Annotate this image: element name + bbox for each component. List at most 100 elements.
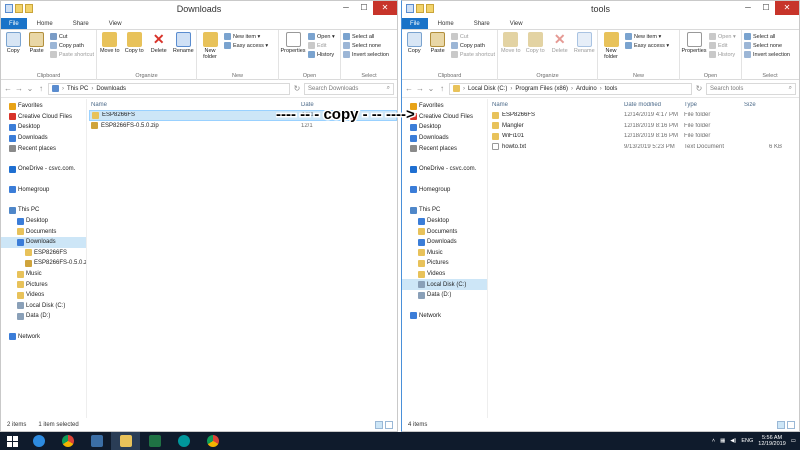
select-none-button[interactable]: Select none [343,42,389,49]
taskbar-internet-explorer[interactable] [24,432,53,450]
search-input[interactable]: Search tools ⌕ [706,82,796,95]
notifications-icon[interactable]: ▭ [791,438,796,444]
nav-item-desktop[interactable]: Desktop [1,122,86,133]
nav-item-videos[interactable]: Videos [402,269,487,280]
nav-item-creative-cloud-files[interactable]: Creative Cloud Files [1,112,86,123]
forward-arrow-icon[interactable]: → [15,84,23,93]
search-input[interactable]: Search Downloads ⌕ [304,82,394,95]
maximize-button[interactable]: ☐ [757,1,775,15]
breadcrumb-item[interactable]: Downloads [96,86,126,92]
taskbar-chrome[interactable] [53,432,82,450]
file-row[interactable]: WiFi101 12/18/2019 8:16 PM File folder [490,131,799,142]
tab-home[interactable]: Home [428,18,464,29]
start-button[interactable] [0,432,24,450]
column-name[interactable]: Name [89,102,299,108]
nav-item-pictures[interactable]: Pictures [1,279,86,290]
nav-item-data-d[interactable]: Data (D:) [402,290,487,301]
select-all-button[interactable]: Select all [343,33,389,40]
column-date-modified[interactable]: Date modified [622,102,682,108]
close-button[interactable]: ✕ [775,1,799,15]
tab-view[interactable]: View [500,18,533,29]
taskbar-arduino[interactable] [169,432,198,450]
tab-home[interactable]: Home [27,18,63,29]
up-arrow-icon[interactable]: ↑ [438,84,446,93]
clock[interactable]: 5:56 AM 12/19/2019 [758,435,786,447]
breadcrumb-item[interactable]: Local Disk (C:) [468,86,507,92]
breadcrumb-item[interactable]: Program Files (x86) [515,86,568,92]
paste-shortcut-button[interactable]: Paste shortcut [49,51,94,58]
nav-item-esp8266fs[interactable]: ESP8266FS [1,248,86,259]
open-button[interactable]: Open ▾ [709,33,736,40]
paste-shortcut-button[interactable]: Paste shortcut [450,51,495,58]
select-none-button[interactable]: Select none [744,42,790,49]
close-button[interactable]: ✕ [373,1,397,15]
nav-item-local-disk-c[interactable]: Local Disk (C:) [1,301,86,312]
nav-item-local-disk-c[interactable]: Local Disk (C:) [402,279,487,290]
nav-item-this-pc[interactable]: This PC [1,205,86,216]
column-type[interactable]: Type [682,102,742,108]
breadcrumb-item[interactable]: Arduino [576,86,597,92]
taskbar-task-view[interactable] [82,432,111,450]
nav-item-downloads[interactable]: Downloads [402,237,487,248]
address-bar[interactable]: › Local Disk (C:) › Program Files (x86) … [449,82,692,95]
nav-item-documents[interactable]: Documents [1,226,86,237]
refresh-icon[interactable]: ↻ [695,84,703,93]
refresh-icon[interactable]: ↻ [293,84,301,93]
nav-item-recent-places[interactable]: Recent places [1,143,86,154]
nav-item-documents[interactable]: Documents [402,226,487,237]
network-icon[interactable]: ▦ [720,438,725,444]
copy-path-button[interactable]: Copy path [450,42,495,49]
easy-access-button[interactable]: Easy access ▾ [625,42,669,49]
invert-selection-button[interactable]: Invert selection [744,51,790,58]
nav-item-homegroup[interactable]: Homegroup [402,185,487,196]
minimize-button[interactable]: ─ [739,1,757,15]
nav-item-esp8266fs-0-5-0-zi[interactable]: ESP8266FS-0.5.0.zi [1,258,86,269]
taskbar-chrome-2[interactable] [198,432,227,450]
taskbar-file-explorer[interactable] [111,432,140,450]
nav-item-favorites[interactable]: Favorites [1,101,86,112]
open-button[interactable]: Open ▾ [308,33,335,40]
volume-icon[interactable]: ◀) [730,438,736,444]
column-name[interactable]: Name [490,102,622,108]
nav-item-recent-places[interactable]: Recent places [402,143,487,154]
new-item-button[interactable]: New item ▾ [625,33,669,40]
up-arrow-icon[interactable]: ↑ [37,84,45,93]
nav-item-network[interactable]: Network [1,332,86,343]
details-view-icon[interactable] [777,421,785,429]
breadcrumb-item[interactable]: This PC [67,86,88,92]
recent-locations-icon[interactable]: ⌄ [427,84,435,93]
tab-file[interactable]: File [1,18,27,29]
cut-button[interactable]: Cut [49,33,94,40]
details-view-icon[interactable] [375,421,383,429]
invert-selection-button[interactable]: Invert selection [343,51,389,58]
nav-item-pictures[interactable]: Pictures [402,258,487,269]
column-size[interactable]: Size [742,102,782,108]
minimize-button[interactable]: ─ [337,1,355,15]
recent-locations-icon[interactable]: ⌄ [26,84,34,93]
file-row[interactable]: Mangler 12/18/2019 8:16 PM File folder [490,121,799,132]
easy-access-button[interactable]: Easy access ▾ [224,42,268,49]
tab-file[interactable]: File [402,18,428,29]
forward-arrow-icon[interactable]: → [416,84,424,93]
select-all-button[interactable]: Select all [744,33,790,40]
nav-item-downloads[interactable]: Downloads [1,236,86,248]
cut-button[interactable]: Cut [450,33,495,40]
taskbar-excel[interactable] [140,432,169,450]
history-button[interactable]: History [709,51,736,58]
title-bar[interactable]: tools ─ ☐ ✕ [402,1,799,18]
nav-item-music[interactable]: Music [1,269,86,280]
tab-share[interactable]: Share [63,18,99,29]
edit-button[interactable]: Edit [709,42,736,49]
nav-item-music[interactable]: Music [402,248,487,259]
maximize-button[interactable]: ☐ [355,1,373,15]
large-icons-view-icon[interactable] [385,421,393,429]
nav-item-network[interactable]: Network [402,311,487,322]
nav-item-downloads[interactable]: Downloads [402,133,487,144]
nav-item-homegroup[interactable]: Homegroup [1,185,86,196]
nav-item-videos[interactable]: Videos [1,290,86,301]
large-icons-view-icon[interactable] [787,421,795,429]
history-button[interactable]: History [308,51,335,58]
title-bar[interactable]: Downloads ─ ☐ ✕ [1,1,397,18]
address-bar[interactable]: › This PC › Downloads [48,82,290,95]
new-item-button[interactable]: New item ▾ [224,33,268,40]
